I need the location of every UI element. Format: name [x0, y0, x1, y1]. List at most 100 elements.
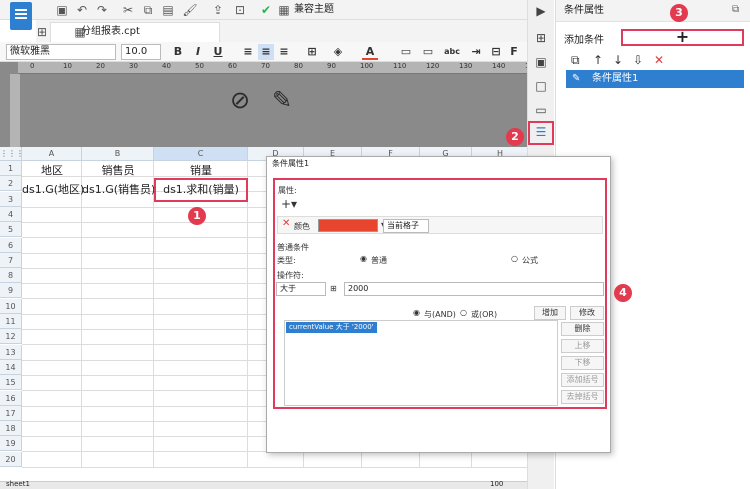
- border-icon[interactable]: ⊞: [304, 44, 320, 60]
- wrap-icon[interactable]: ⇥: [468, 44, 484, 60]
- up-button[interactable]: 上移: [561, 339, 604, 353]
- row-header-16[interactable]: 16: [0, 390, 22, 406]
- sheet-tab[interactable]: sheet1: [6, 480, 30, 488]
- add-attr-icon[interactable]: +▾: [281, 197, 297, 211]
- theme-icon[interactable]: ▦: [276, 2, 292, 18]
- down-button[interactable]: 下移: [561, 356, 604, 370]
- edit-button[interactable]: 修改: [570, 306, 604, 320]
- add-paren-label: 添加括号: [566, 375, 599, 384]
- abc-icon[interactable]: abc: [444, 44, 460, 60]
- copy-icon[interactable]: ⧉: [140, 2, 156, 18]
- target-select[interactable]: 当前格子: [383, 219, 429, 233]
- font-select[interactable]: 微软雅黑: [6, 44, 116, 60]
- fill-color-icon[interactable]: ◈: [330, 44, 346, 60]
- add-button[interactable]: 增加: [534, 306, 566, 320]
- move-up-icon[interactable]: ↑: [593, 53, 603, 67]
- row-header-9[interactable]: 9: [0, 283, 22, 299]
- split-icon[interactable]: ▭: [420, 44, 436, 60]
- cell-b1[interactable]: 销售员: [82, 163, 154, 179]
- column-header-b[interactable]: B: [82, 147, 154, 161]
- value-input[interactable]: 2000: [344, 282, 604, 296]
- row-header-8[interactable]: 8: [0, 268, 22, 284]
- condition-list-item[interactable]: ✎ 条件属性1: [566, 70, 744, 88]
- check-icon[interactable]: ✔: [258, 2, 274, 18]
- merge-icon[interactable]: ▭: [398, 44, 414, 60]
- cell-c1[interactable]: 销量: [154, 163, 248, 179]
- column-header-c[interactable]: C: [154, 147, 248, 161]
- row-header-3[interactable]: 3: [0, 191, 22, 207]
- horizontal-ruler: [18, 62, 527, 74]
- delete-button[interactable]: 删除: [561, 322, 604, 336]
- remove-attr-icon[interactable]: ✕: [282, 218, 290, 229]
- type-normal-radio[interactable]: ◉: [360, 254, 367, 263]
- column-header-a[interactable]: A: [22, 147, 82, 161]
- row-header-4[interactable]: 4: [0, 206, 22, 222]
- hide-icon[interactable]: ⊘: [230, 86, 250, 114]
- align-center-icon[interactable]: ≡: [258, 44, 274, 60]
- float-icon[interactable]: ⧉: [732, 4, 739, 15]
- row-header-1[interactable]: 1: [0, 161, 22, 176]
- cell-a2[interactable]: ds1.G(地区): [22, 182, 84, 198]
- preview-icon[interactable]: ⊡: [232, 2, 248, 18]
- redo-icon[interactable]: ↷: [94, 2, 110, 18]
- save-icon[interactable]: ▣: [54, 2, 70, 18]
- delete-condition-icon[interactable]: ✕: [654, 53, 664, 67]
- bold-button[interactable]: B: [170, 44, 186, 60]
- step-badge-1: 1: [188, 207, 206, 225]
- cell-a1[interactable]: 地区: [22, 163, 82, 179]
- color-swatch[interactable]: [318, 219, 378, 232]
- expand-arrow-icon[interactable]: ▶: [533, 3, 549, 19]
- corner-cell[interactable]: ⋮⋮⋮: [0, 147, 24, 161]
- ruler-mark: 70: [261, 62, 270, 70]
- align-right-icon[interactable]: ≡: [276, 44, 292, 60]
- row-header-13[interactable]: 13: [0, 344, 22, 360]
- row-header-5[interactable]: 5: [0, 222, 22, 238]
- cut-icon[interactable]: ✂: [120, 2, 136, 18]
- row-header-15[interactable]: 15: [0, 375, 22, 391]
- or-radio[interactable]: ○: [460, 308, 467, 317]
- and-radio[interactable]: ◉: [413, 308, 420, 317]
- type-formula-radio[interactable]: ○: [511, 254, 518, 263]
- row-header-10[interactable]: 10: [0, 298, 22, 314]
- zoom-level[interactable]: 100: [490, 480, 503, 488]
- copy-condition-icon[interactable]: ⧉: [571, 53, 580, 68]
- format-painter-icon[interactable]: 🖌: [182, 2, 198, 18]
- value-type-icon[interactable]: ⊞: [330, 284, 337, 293]
- row-header-17[interactable]: 17: [0, 405, 22, 421]
- underline-button[interactable]: U: [210, 44, 226, 60]
- type-label: 类型:: [277, 256, 296, 265]
- cell-attr-icon[interactable]: ▣: [533, 54, 549, 70]
- font-size-select[interactable]: 10.0: [121, 44, 161, 60]
- row-header-14[interactable]: 14: [0, 359, 22, 375]
- row-header-7[interactable]: 7: [0, 252, 22, 268]
- row-header-20[interactable]: 20: [0, 451, 22, 467]
- add-condition-button[interactable]: +: [621, 29, 744, 46]
- font-color-icon[interactable]: A: [362, 44, 378, 60]
- expression-item[interactable]: currentValue 大于 '2000': [286, 322, 377, 333]
- row-header-12[interactable]: 12: [0, 329, 22, 345]
- row-header-18[interactable]: 18: [0, 421, 22, 437]
- cell-b2[interactable]: ds1.G(销售员): [82, 182, 155, 198]
- row-header-11[interactable]: 11: [0, 314, 22, 329]
- row-header-2[interactable]: 2: [0, 176, 22, 192]
- add-paren-button[interactable]: 添加括号: [561, 373, 604, 387]
- remove-paren-button[interactable]: 去掉括号: [561, 390, 604, 404]
- italic-button[interactable]: I: [190, 44, 206, 60]
- pencil-icon[interactable]: ✎: [272, 86, 292, 114]
- insert-icon[interactable]: ⊟: [488, 44, 504, 60]
- formula-icon[interactable]: F: [506, 44, 522, 60]
- move-down-icon[interactable]: ↓: [613, 53, 623, 67]
- undo-icon[interactable]: ↶: [74, 2, 90, 18]
- sort-icon[interactable]: ⇩: [633, 53, 643, 67]
- compat-theme-label[interactable]: 兼容主题: [294, 3, 334, 17]
- row-header-19[interactable]: 19: [0, 436, 22, 452]
- cell-element-icon[interactable]: ⊞: [533, 30, 549, 46]
- paste-icon[interactable]: ▤: [160, 2, 176, 18]
- export-icon[interactable]: ⇪: [210, 2, 226, 18]
- row-header-6[interactable]: 6: [0, 237, 22, 253]
- widget-icon[interactable]: □: [533, 78, 549, 94]
- align-left-icon[interactable]: ≡: [240, 44, 256, 60]
- sheet-bar: [0, 481, 527, 489]
- operator-select[interactable]: 大于: [276, 282, 326, 296]
- hyperlink-icon[interactable]: ▭: [533, 102, 549, 118]
